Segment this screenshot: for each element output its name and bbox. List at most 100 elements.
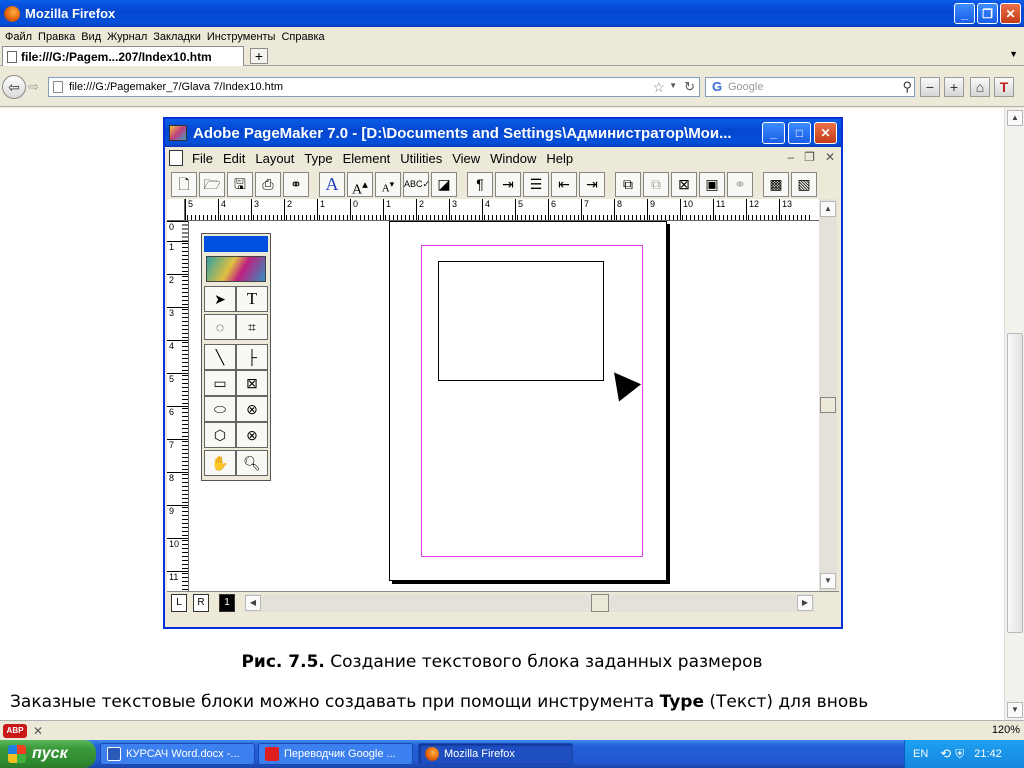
mdi-minimize-icon: – — [787, 150, 795, 164]
menu-tools[interactable]: Инструменты — [204, 31, 279, 43]
pm-menu-help: Help — [546, 150, 574, 166]
start-button[interactable]: пуск — [0, 740, 96, 768]
ellipse-tool-icon: ⬭ — [204, 396, 236, 422]
pagemaker-menubar: File Edit Layout Type Element Utilities … — [165, 147, 841, 169]
indent-tabs-icon: ⇥ — [495, 171, 521, 197]
network-icon[interactable]: ⟲ — [940, 746, 951, 762]
page-icons-bar: L R 1 ◀ ▶ — [167, 591, 839, 613]
text-tool-icon: T — [236, 286, 268, 312]
spellcheck-icon: ABC✓ — [403, 171, 430, 197]
zoom-tool-icon: 🔍︎ — [236, 450, 268, 476]
pointer-tool-icon: ➤ — [204, 286, 236, 312]
toolbox-logo — [206, 256, 266, 282]
pm-scroll-thumb — [820, 397, 836, 413]
browser-menubar: Файл Правка Вид Журнал Закладки Инструме… — [0, 27, 1024, 47]
pm-close-button: ✕ — [814, 122, 837, 144]
caption-text: Создание текстового блока заданных разме… — [324, 652, 763, 672]
scroll-thumb[interactable] — [1007, 333, 1023, 633]
close-button[interactable]: ✕ — [1000, 3, 1021, 24]
pm-menu-view: View — [452, 150, 481, 166]
url-bar[interactable]: file:///G:/Pagemaker_7/Glava 7/Index10.h… — [48, 77, 700, 97]
back-button[interactable]: ⇦ — [2, 75, 26, 99]
adblock-icon[interactable]: ABP — [3, 723, 27, 738]
menu-file[interactable]: Файл — [2, 31, 35, 43]
pagemaker-title: Adobe PageMaker 7.0 - [D:\Documents and … — [193, 124, 732, 142]
rectangle-tool-icon: ▭ — [204, 370, 236, 396]
pm-menu-window: Window — [490, 150, 537, 166]
ruler-corner — [167, 199, 185, 221]
system-tray: EN ⟲ ⛨ 21:42 — [904, 740, 1024, 768]
menu-bookmarks[interactable]: Закладки — [150, 31, 204, 43]
font-size-down-icon: A▾ — [375, 171, 401, 197]
yandex-icon — [265, 747, 279, 761]
zoom-level[interactable]: 120% — [992, 724, 1020, 736]
increase-indent-icon: ⇥ — [579, 171, 605, 197]
horizontal-ruler: 5 4 3 2 1 0 1 2 3 4 5 6 7 8 9 10 11 12 1… — [185, 199, 819, 221]
page-content: Adobe PageMaker 7.0 - [D:\Documents and … — [0, 108, 1004, 720]
tab-strip: file:///G:/Pagem...207/Index10.htm + ▼ — [0, 46, 1024, 66]
task-word[interactable]: КУРСАЧ Word.docx -... — [100, 743, 255, 765]
scroll-up-icon[interactable]: ▲ — [1007, 110, 1023, 126]
tab-list-dropdown-icon[interactable]: ▼ — [1009, 49, 1018, 59]
new-tab-button[interactable]: + — [250, 48, 268, 64]
toolbox-header — [204, 236, 268, 252]
pm-vertical-scrollbar: ▲ ▼ — [819, 199, 837, 591]
page-icon — [7, 50, 17, 63]
search-icon[interactable]: ⚲ — [902, 79, 912, 95]
zoom-in-button[interactable]: + — [944, 77, 964, 97]
close-addon-icon[interactable]: ✕ — [33, 724, 43, 738]
place-icon: ⊠ — [671, 171, 697, 197]
bookmark-star-icon[interactable]: ☆ — [652, 79, 665, 96]
language-indicator[interactable]: EN — [913, 748, 928, 760]
frame-icon: ▣ — [699, 171, 725, 197]
vertical-ruler: 0 1 2 3 4 5 6 7 8 9 10 11 — [167, 221, 189, 591]
toolbox-palette: ➤ T ◌ ⌗ ╲ ├ ▭ ⊠ ⬭ ⊗ ⬡ ⊗ ✋ 🔍︎ — [201, 233, 271, 481]
google-icon[interactable]: G — [708, 78, 726, 96]
scroll-up-icon: ▲ — [820, 201, 836, 217]
tab-active[interactable]: file:///G:/Pagem...207/Index10.htm — [2, 46, 244, 66]
menu-history[interactable]: Журнал — [104, 31, 150, 43]
polygon-tool-icon: ⬡ — [204, 422, 236, 448]
translate-icon[interactable]: T — [994, 77, 1014, 97]
reload-icon[interactable]: ↻ — [684, 79, 695, 95]
browser-titlebar: Mozilla Firefox _ ❐ ✕ — [0, 0, 1024, 27]
decrease-indent-icon: ⇤ — [551, 171, 577, 197]
scroll-left-icon: ◀ — [245, 595, 261, 611]
search-placeholder: Google — [728, 81, 764, 93]
print-icon: ⎙ — [255, 171, 281, 197]
pagemaker-screenshot: Adobe PageMaker 7.0 - [D:\Documents and … — [163, 117, 843, 629]
restore-button[interactable]: ❐ — [977, 3, 998, 24]
home-button[interactable]: ⌂ — [970, 77, 990, 97]
clock: 21:42 — [974, 748, 1002, 760]
menu-view[interactable]: Вид — [78, 31, 104, 43]
zoom-out-button[interactable]: − — [920, 77, 940, 97]
scroll-down-icon: ▼ — [820, 573, 836, 589]
export-icon: ▧ — [791, 171, 817, 197]
master-left-page: L — [171, 594, 187, 612]
menu-edit[interactable]: Правка — [35, 31, 78, 43]
page-number-icon: 1 — [219, 594, 235, 612]
pagemaker-toolbar: 🗋 🗁 🖫 ⎙ ⚭ A A▴ A▾ ABC✓ ◪ ¶ ⇥ ☰ ⇤ ⇥ ⧉ ⧉ ⊠… — [165, 169, 841, 199]
task-translator[interactable]: Переводчик Google ... — [258, 743, 413, 765]
mdi-restore-icon: ❐ — [804, 150, 815, 164]
url-dropdown-icon[interactable]: ▼ — [669, 81, 677, 90]
rotate-tool-icon: ◌ — [204, 314, 236, 340]
polygon-frame-tool-icon: ⊗ — [236, 422, 268, 448]
firefox-logo-icon — [4, 5, 20, 22]
minimize-button[interactable]: _ — [954, 3, 975, 24]
hand-tool-icon: ✋ — [204, 450, 236, 476]
scroll-down-icon[interactable]: ▼ — [1007, 702, 1023, 718]
task-firefox[interactable]: Mozilla Firefox — [418, 743, 573, 765]
pm-menu-type: Type — [304, 150, 333, 166]
menu-help[interactable]: Справка — [278, 31, 327, 43]
page-vertical-scrollbar[interactable]: ▲ ▼ — [1004, 108, 1024, 720]
rectangle-frame-tool-icon: ⊠ — [236, 370, 268, 396]
url-text: file:///G:/Pagemaker_7/Glava 7/Index10.h… — [69, 81, 284, 93]
forward-button[interactable]: ⇨ — [28, 79, 39, 95]
antivirus-icon[interactable]: ⛨ — [955, 747, 964, 762]
pm-menu-element: Element — [342, 150, 391, 166]
tab-label: file:///G:/Pagem...207/Index10.htm — [21, 49, 212, 64]
find-icon: ⚭ — [283, 171, 309, 197]
pm-menu-layout: Layout — [255, 150, 295, 166]
search-input[interactable]: G Google ⚲ — [705, 77, 915, 97]
